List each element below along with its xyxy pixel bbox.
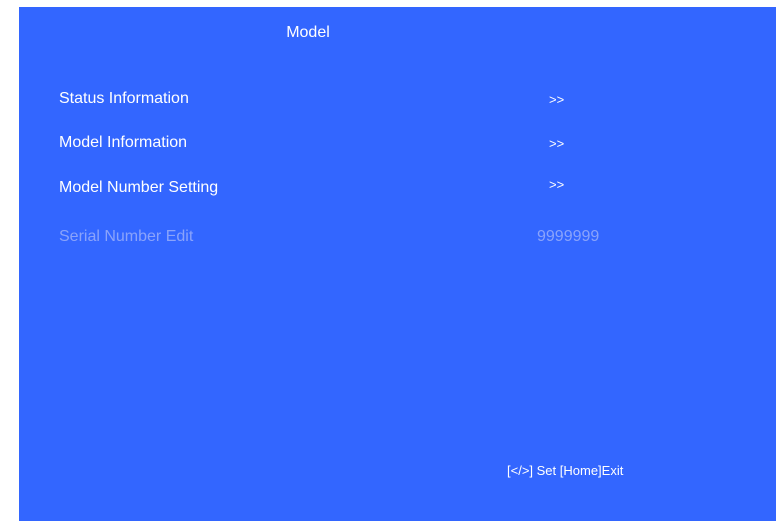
menu-item-status-information[interactable]: Status Information >> (59, 90, 579, 114)
menu-item-label: Model Number Setting (59, 179, 219, 196)
menu-title: Model (286, 24, 330, 41)
menu-item-model-information[interactable]: Model Information >> (59, 134, 579, 158)
menu-item-model-number-setting[interactable]: Model Number Setting >> (59, 177, 579, 203)
menu-item-label: Status Information (59, 90, 189, 107)
menu-item-label: Serial Number Edit (59, 228, 194, 245)
menu-item-serial-number-edit: Serial Number Edit 9999999 (59, 228, 599, 252)
key-hint: [</>] Set [Home]Exit (507, 463, 624, 478)
serial-number-value: 9999999 (537, 228, 600, 245)
submenu-arrow-icon: >> (549, 92, 565, 107)
submenu-arrow-icon: >> (549, 177, 565, 192)
osd-menu-screen: Model Status Information >> Model Inform… (19, 7, 776, 521)
menu-item-label: Model Information (59, 134, 188, 151)
submenu-arrow-icon: >> (549, 136, 565, 151)
